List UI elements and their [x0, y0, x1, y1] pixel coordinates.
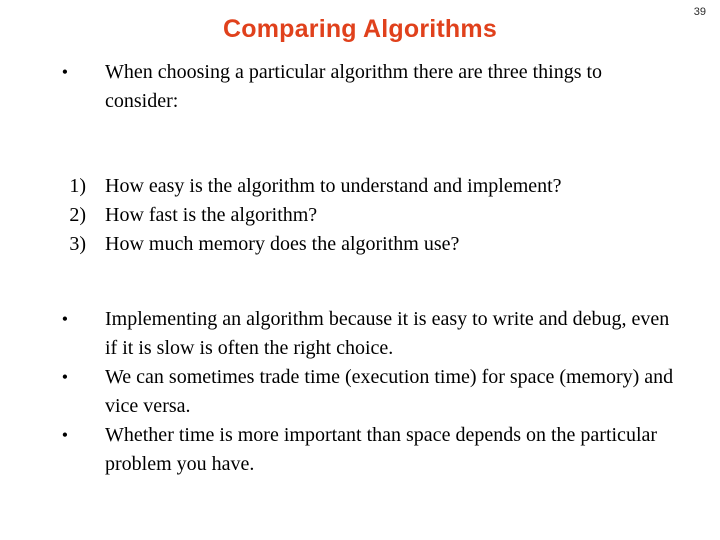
- bullet-block-intro: • When choosing a particular algorithm t…: [0, 58, 720, 116]
- slide-body: • When choosing a particular algorithm t…: [0, 58, 720, 479]
- list-item: • Implementing an algorithm because it i…: [0, 305, 720, 363]
- list-item: • We can sometimes trade time (execution…: [0, 363, 720, 421]
- bullet-marker-icon: •: [61, 367, 68, 387]
- numbered-block-considerations: 1) How easy is the algorithm to understa…: [0, 172, 720, 259]
- list-item-text: Whether time is more important than spac…: [105, 424, 658, 475]
- number-marker: 1): [69, 175, 86, 197]
- slide-title: Comparing Algorithms: [223, 15, 497, 43]
- list-item: 1) How easy is the algorithm to understa…: [0, 172, 720, 201]
- list-item: • When choosing a particular algorithm t…: [0, 58, 720, 116]
- list-item: • Whether time is more important than sp…: [0, 421, 720, 479]
- number-marker: 3): [69, 233, 86, 255]
- list-item: 3) How much memory does the algorithm us…: [0, 230, 720, 259]
- bullet-marker-icon: •: [61, 309, 68, 329]
- bullet-marker-icon: •: [61, 425, 68, 445]
- list-item-text: How much memory does the algorithm use?: [105, 233, 460, 255]
- list-item-text: Implementing an algorithm because it is …: [105, 308, 670, 359]
- list-item-text: How fast is the algorithm?: [105, 204, 318, 226]
- bullet-marker-icon: •: [61, 62, 68, 82]
- list-item-text: We can sometimes trade time (execution t…: [105, 366, 674, 417]
- list-item-text: How easy is the algorithm to understand …: [105, 175, 562, 197]
- list-item: 2) How fast is the algorithm?: [0, 201, 720, 230]
- bullet-block-tradeoffs: • Implementing an algorithm because it i…: [0, 305, 720, 479]
- list-item-text: When choosing a particular algorithm the…: [105, 61, 603, 112]
- number-marker: 2): [69, 204, 86, 226]
- slide-canvas: 39 Comparing Algorithms • When choosing …: [0, 0, 720, 540]
